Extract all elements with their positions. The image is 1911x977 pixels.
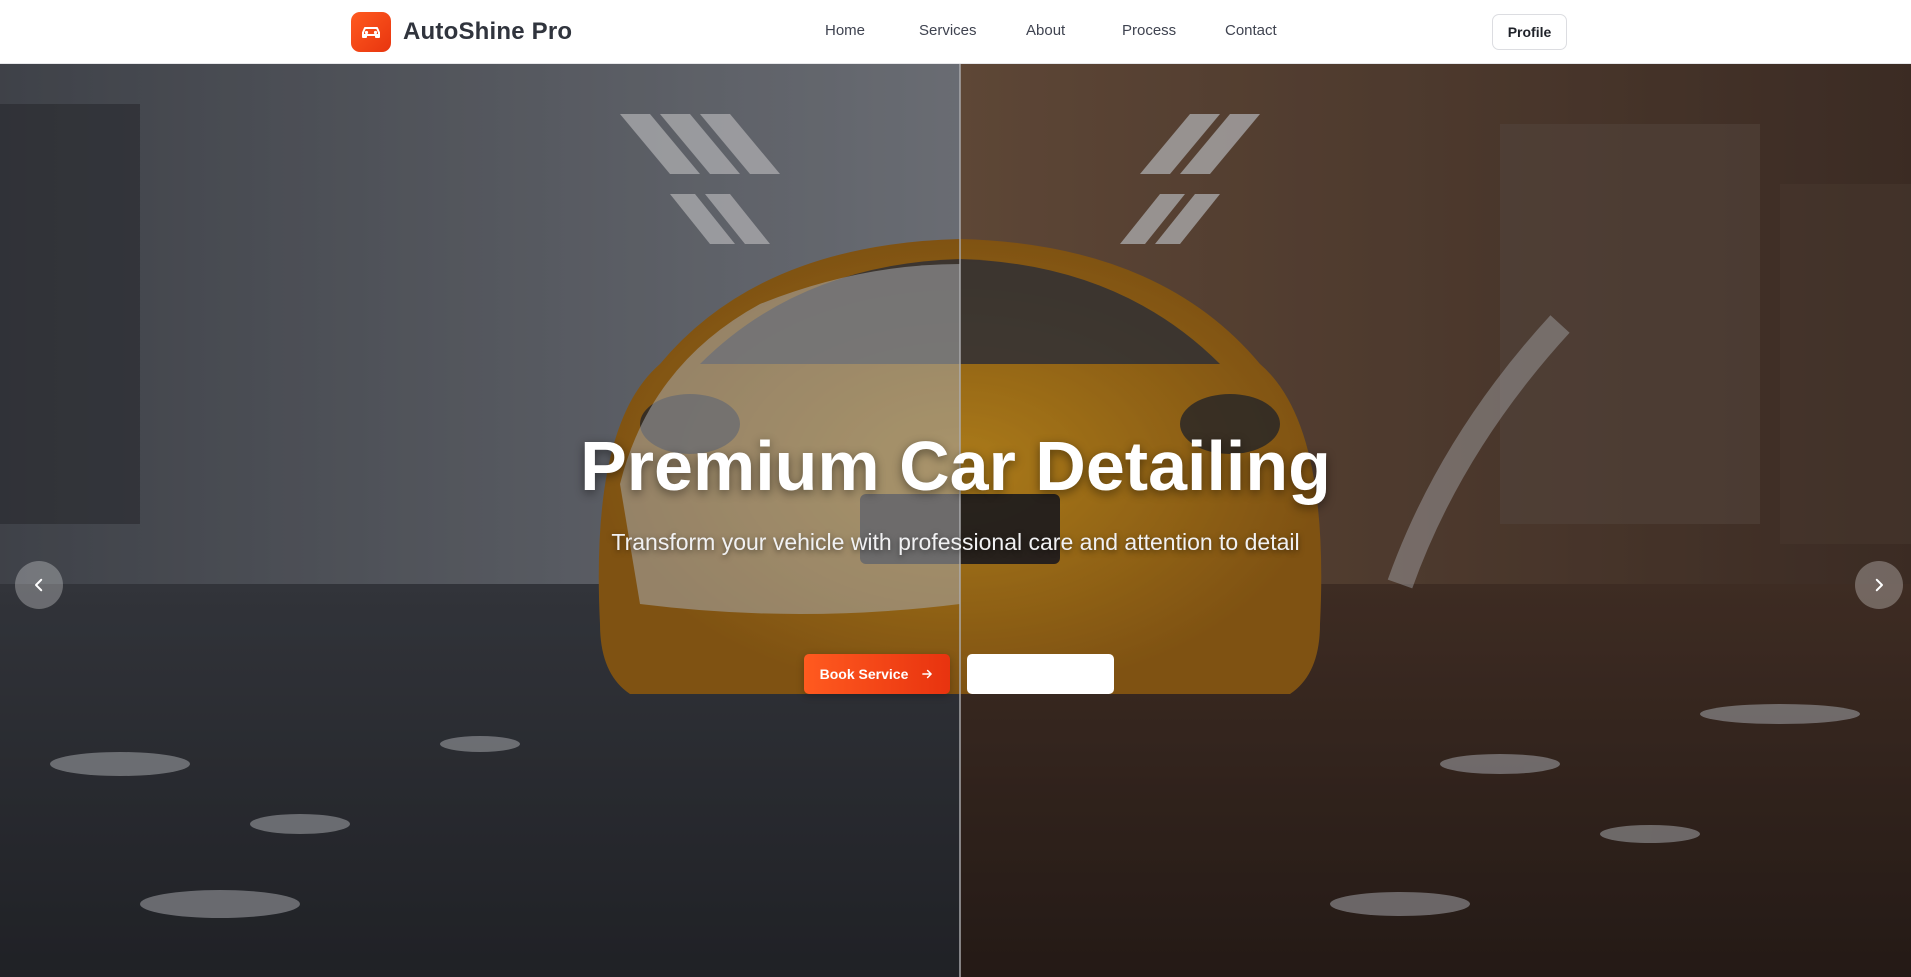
site-header: AutoShine Pro Home Services About Proces… <box>0 0 1911 64</box>
nav-services[interactable]: Services <box>919 22 977 39</box>
nav-contact[interactable]: Contact <box>1225 22 1277 39</box>
brand-name: AutoShine Pro <box>403 18 573 45</box>
nav-process[interactable]: Process <box>1122 22 1176 39</box>
hero-title: Premium Car Detailing <box>580 427 1331 505</box>
hero-overlay <box>0 64 1911 977</box>
brand[interactable]: AutoShine Pro <box>351 12 572 52</box>
book-service-label: Book Service <box>819 666 909 682</box>
nav-about[interactable]: About <box>1026 22 1065 39</box>
hero-subtitle: Transform your vehicle with professional… <box>611 529 1300 555</box>
book-service-button[interactable]: Book Service <box>804 654 950 694</box>
car-icon <box>351 12 391 52</box>
secondary-cta-button[interactable] <box>967 654 1114 694</box>
arrow-right-icon <box>920 667 934 681</box>
hero-carousel: Premium Car Detailing Transform your veh… <box>0 64 1911 977</box>
carousel-prev-button[interactable] <box>15 561 63 609</box>
profile-button[interactable]: Profile <box>1492 14 1567 50</box>
chevron-right-icon <box>1875 578 1883 592</box>
chevron-left-icon <box>35 578 43 592</box>
carousel-next-button[interactable] <box>1855 561 1903 609</box>
nav-home[interactable]: Home <box>825 22 865 39</box>
